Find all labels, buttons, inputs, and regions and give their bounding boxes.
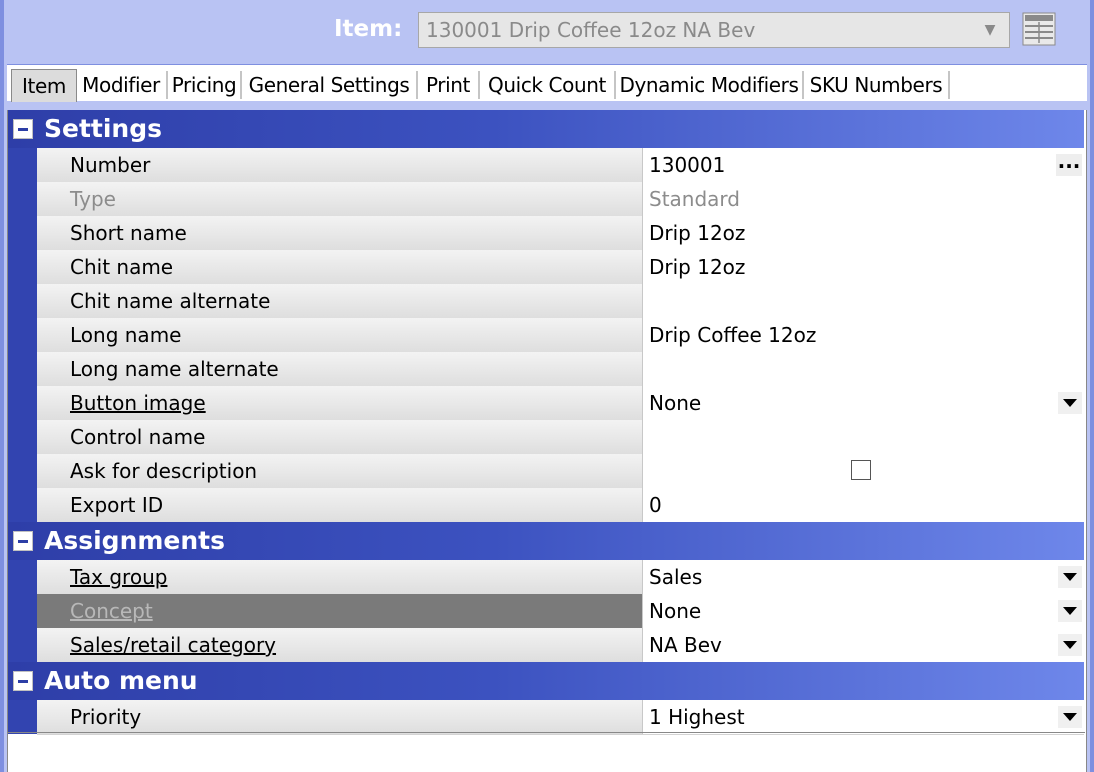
property-row-number[interactable]: Number 130001 ... xyxy=(37,148,1084,183)
property-name-link[interactable]: Button image xyxy=(70,386,206,420)
frame-border-right xyxy=(1090,0,1094,772)
dropdown-arrow-icon[interactable] xyxy=(1058,392,1082,414)
dropdown-arrow-icon[interactable] xyxy=(1058,566,1082,588)
dropdown-arrow-icon[interactable] xyxy=(1058,634,1082,656)
property-name-link[interactable]: Concept xyxy=(70,594,153,628)
property-value: 0 xyxy=(649,493,662,517)
section-title: Auto menu xyxy=(44,666,198,695)
tab-modifier[interactable]: Modifier xyxy=(76,71,168,99)
section-header-settings[interactable]: Settings xyxy=(8,110,1084,148)
tab-item[interactable]: Item xyxy=(11,69,77,102)
property-row-sales-retail-category[interactable]: Sales/retail category NA Bev xyxy=(37,628,1084,663)
item-select-value: 130001 Drip Coffee 12oz NA Bev xyxy=(426,18,756,42)
tab-quick-count[interactable]: Quick Count xyxy=(480,71,616,99)
property-row-chit-name[interactable]: Chit name Drip 12oz xyxy=(37,250,1084,285)
tab-bar: Item Modifier Pricing General Settings P… xyxy=(7,64,1087,102)
property-name: Export ID xyxy=(70,493,164,517)
item-label: Item: xyxy=(334,16,403,42)
property-name-link[interactable]: Tax group xyxy=(70,560,167,594)
section-title: Settings xyxy=(44,114,163,143)
grid-bottom-border xyxy=(7,732,1085,733)
tab-sku-numbers[interactable]: SKU Numbers xyxy=(804,71,950,99)
collapse-icon[interactable] xyxy=(13,671,33,691)
property-row-tax-group[interactable]: Tax group Sales xyxy=(37,560,1084,595)
property-name: Long name alternate xyxy=(70,357,279,381)
section-header-auto-menu[interactable]: Auto menu xyxy=(8,662,1084,700)
property-row-ask-for-description[interactable]: Ask for description xyxy=(37,454,1084,489)
property-name: Number xyxy=(70,153,151,177)
tab-pricing[interactable]: Pricing xyxy=(168,71,242,99)
property-row-short-name[interactable]: Short name Drip 12oz xyxy=(37,216,1084,251)
section-title: Assignments xyxy=(44,526,226,555)
property-name: Priority xyxy=(70,705,142,729)
property-name: Type xyxy=(70,187,116,211)
tab-dynamic-modifiers[interactable]: Dynamic Modifiers xyxy=(616,71,804,99)
property-value: 130001 xyxy=(649,153,726,177)
property-value: Standard xyxy=(649,187,740,211)
property-row-chit-name-alternate[interactable]: Chit name alternate xyxy=(37,284,1084,319)
property-value: Drip 12oz xyxy=(649,221,746,245)
frame-border-left xyxy=(0,0,4,772)
property-row-concept[interactable]: Concept None xyxy=(37,594,1084,629)
property-value: NA Bev xyxy=(649,633,722,657)
property-name: Chit name alternate xyxy=(70,289,271,313)
section-gutter xyxy=(8,148,37,522)
item-select[interactable]: 130001 Drip Coffee 12oz NA Bev ▼ xyxy=(418,12,1010,48)
property-row-long-name-alternate[interactable]: Long name alternate xyxy=(37,352,1084,387)
property-name: Control name xyxy=(70,425,206,449)
property-value: Drip Coffee 12oz xyxy=(649,323,817,347)
dropdown-arrow-icon[interactable] xyxy=(1058,600,1082,622)
property-name: Chit name xyxy=(70,255,174,279)
tab-print[interactable]: Print xyxy=(418,71,480,99)
dropdown-arrow-icon[interactable] xyxy=(1058,706,1082,728)
grid-view-icon[interactable] xyxy=(1022,12,1056,46)
ask-for-description-checkbox[interactable] xyxy=(851,460,871,480)
section-gutter xyxy=(8,560,37,662)
property-value: 1 Highest xyxy=(649,705,745,729)
section-header-assignments[interactable]: Assignments xyxy=(8,522,1084,560)
property-value: Drip 12oz xyxy=(649,255,746,279)
property-name: Ask for description xyxy=(70,459,258,483)
collapse-icon[interactable] xyxy=(13,119,33,139)
property-row-button-image[interactable]: Button image None xyxy=(37,386,1084,421)
property-name: Long name xyxy=(70,323,182,347)
property-value: None xyxy=(649,391,702,415)
property-value: Sales xyxy=(649,565,703,589)
property-row-export-id[interactable]: Export ID 0 xyxy=(37,488,1084,523)
property-row-long-name[interactable]: Long name Drip Coffee 12oz xyxy=(37,318,1084,353)
property-grid: Settings Number 130001 ... Type Standard… xyxy=(7,110,1087,772)
property-row-type: Type Standard xyxy=(37,182,1084,217)
collapse-icon[interactable] xyxy=(13,531,33,551)
section-gutter xyxy=(8,700,37,734)
ellipsis-icon[interactable]: ... xyxy=(1056,151,1082,176)
tab-general-settings[interactable]: General Settings xyxy=(242,71,418,99)
property-value: None xyxy=(649,599,702,623)
property-row-control-name[interactable]: Control name xyxy=(37,420,1084,455)
property-name: Short name xyxy=(70,221,187,245)
property-row-priority[interactable]: Priority 1 Highest xyxy=(37,700,1084,735)
chevron-down-icon[interactable]: ▼ xyxy=(977,13,1003,47)
property-name-link[interactable]: Sales/retail category xyxy=(70,628,276,662)
